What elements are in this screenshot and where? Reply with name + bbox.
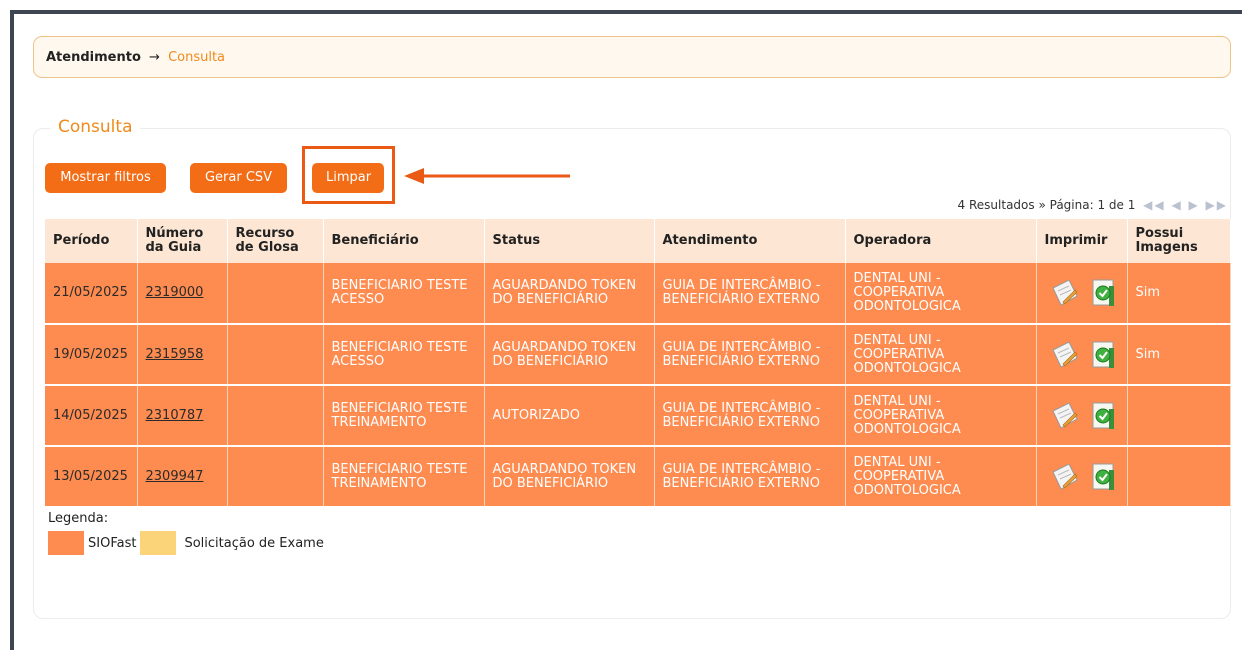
- guia-link[interactable]: 2309947: [146, 469, 204, 484]
- cell-imprimir: [1036, 385, 1128, 447]
- guia-link[interactable]: 2319000: [146, 285, 204, 300]
- table-row[interactable]: 21/05/2025 2319000 BENEFICIARIO TESTE AC…: [45, 263, 1231, 325]
- cell-operadora: DENTAL UNI - COOPERATIVA ODONTOLOGICA: [845, 263, 1037, 325]
- annotation-arrow-icon: [404, 168, 570, 184]
- col-periodo[interactable]: Período: [45, 219, 138, 263]
- cell-periodo: 13/05/2025: [45, 446, 138, 508]
- cell-guia: 2310787: [137, 385, 228, 447]
- results-table: Período Número da Guia Recurso de Glosa Be…: [45, 219, 1231, 508]
- col-status[interactable]: Status: [484, 219, 655, 263]
- cell-recurso: [227, 263, 324, 325]
- cell-status: AGUARDANDO TOKEN DO BENEFICIÁRIO: [484, 324, 655, 386]
- col-numero-guia[interactable]: Número da Guia: [137, 219, 228, 263]
- cell-imagens: [1127, 446, 1231, 508]
- legend-title: Legenda:: [48, 511, 109, 526]
- col-atendimento[interactable]: Atendimento: [654, 219, 846, 263]
- cell-atendimento: GUIA DE INTERCÂMBIO - BENEFICIÁRIO EXTER…: [654, 324, 846, 386]
- cell-recurso: [227, 385, 324, 447]
- table-row[interactable]: 14/05/2025 2310787 BENEFICIARIO TESTE TR…: [45, 385, 1231, 447]
- cell-guia: 2319000: [137, 263, 228, 325]
- cell-imprimir: [1036, 263, 1128, 325]
- breadcrumb-separator: →: [149, 50, 160, 65]
- col-possui-imagens: Possui Imagens: [1127, 219, 1231, 263]
- table-row[interactable]: 13/05/2025 2309947 BENEFICIARIO TESTE TR…: [45, 446, 1231, 508]
- col-beneficiario[interactable]: Beneficiário: [323, 219, 485, 263]
- cell-operadora: DENTAL UNI - COOPERATIVA ODONTOLOGICA: [845, 385, 1037, 447]
- cell-status: AGUARDANDO TOKEN DO BENEFICIÁRIO: [484, 263, 655, 325]
- edit-document-icon[interactable]: [1049, 278, 1081, 308]
- check-document-icon[interactable]: [1089, 462, 1117, 492]
- cell-periodo: 21/05/2025: [45, 263, 138, 325]
- legend-swatch-exame: [140, 531, 177, 555]
- cell-beneficiario: BENEFICIARIO TESTE ACESSO: [323, 324, 485, 386]
- table-header-row: Período Número da Guia Recurso de Glosa Be…: [45, 219, 1231, 263]
- cell-atendimento: GUIA DE INTERCÂMBIO - BENEFICIÁRIO EXTER…: [654, 446, 846, 508]
- pagination: 4 Resultados » Página: 1 de 1 ◀◀ ◀ ▶ ▶▶: [958, 198, 1228, 212]
- col-operadora[interactable]: Operadora: [845, 219, 1037, 263]
- breadcrumb: Atendimento → Consulta: [33, 36, 1231, 78]
- cell-operadora: DENTAL UNI - COOPERATIVA ODONTOLOGICA: [845, 324, 1037, 386]
- check-document-icon[interactable]: [1089, 278, 1117, 308]
- page-indicator: Página: 1 de 1: [1049, 198, 1136, 212]
- cell-imprimir: [1036, 324, 1128, 386]
- cell-recurso: [227, 324, 324, 386]
- cell-beneficiario: BENEFICIARIO TESTE TREINAMENTO: [323, 446, 485, 508]
- annotation-highlight-box: [302, 146, 395, 204]
- cell-imagens: Sim: [1127, 263, 1231, 325]
- section-title: Consulta: [50, 117, 141, 137]
- check-document-icon[interactable]: [1089, 340, 1117, 370]
- edit-document-icon[interactable]: [1049, 462, 1081, 492]
- show-filters-button[interactable]: Mostrar filtros: [45, 163, 166, 193]
- cell-operadora: DENTAL UNI - COOPERATIVA ODONTOLOGICA: [845, 446, 1037, 508]
- cell-beneficiario: BENEFICIARIO TESTE ACESSO: [323, 263, 485, 325]
- legend-label-exame: Solicitação de Exame: [184, 535, 324, 551]
- cell-guia: 2309947: [137, 446, 228, 508]
- page-nav-icons[interactable]: ◀◀ ◀ ▶ ▶▶: [1143, 198, 1228, 212]
- cell-periodo: 14/05/2025: [45, 385, 138, 447]
- legend: SIOFast Solicitação de Exame: [48, 531, 328, 555]
- check-document-icon[interactable]: [1089, 401, 1117, 431]
- cell-recurso: [227, 446, 324, 508]
- cell-status: AUTORIZADO: [484, 385, 655, 447]
- edit-document-icon[interactable]: [1049, 340, 1081, 370]
- cell-imagens: Sim: [1127, 324, 1231, 386]
- edit-document-icon[interactable]: [1049, 401, 1081, 431]
- cell-beneficiario: BENEFICIARIO TESTE TREINAMENTO: [323, 385, 485, 447]
- col-imprimir: Imprimir: [1036, 219, 1128, 263]
- results-count: 4 Resultados »: [957, 198, 1046, 212]
- cell-atendimento: GUIA DE INTERCÂMBIO - BENEFICIÁRIO EXTER…: [654, 385, 846, 447]
- breadcrumb-current: Consulta: [168, 50, 226, 65]
- cell-imagens: [1127, 385, 1231, 447]
- cell-periodo: 19/05/2025: [45, 324, 138, 386]
- table-row[interactable]: 19/05/2025 2315958 BENEFICIARIO TESTE AC…: [45, 324, 1231, 386]
- legend-swatch-siofast: [48, 531, 84, 555]
- col-recurso-glosa[interactable]: Recurso de Glosa: [227, 219, 324, 263]
- guia-link[interactable]: 2310787: [146, 408, 204, 423]
- guia-link[interactable]: 2315958: [146, 347, 204, 362]
- export-csv-button[interactable]: Gerar CSV: [190, 163, 287, 193]
- cell-status: AGUARDANDO TOKEN DO BENEFICIÁRIO: [484, 446, 655, 508]
- breadcrumb-root[interactable]: Atendimento: [46, 50, 141, 65]
- cell-imprimir: [1036, 446, 1128, 508]
- cell-atendimento: GUIA DE INTERCÂMBIO - BENEFICIÁRIO EXTER…: [654, 263, 846, 325]
- legend-label-siofast: SIOFast: [88, 535, 137, 551]
- cell-guia: 2315958: [137, 324, 228, 386]
